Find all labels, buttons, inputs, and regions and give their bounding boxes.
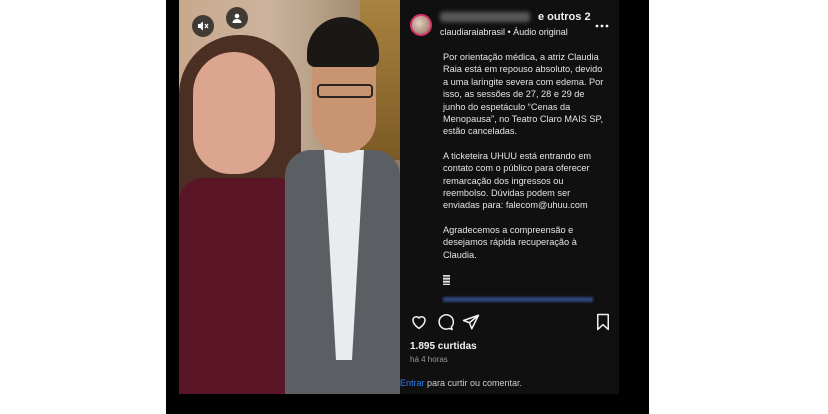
post-caption: Por orientação médica, a atriz Claudia R… <box>443 51 607 273</box>
bookmark-icon <box>597 313 609 331</box>
more-options-button[interactable] <box>595 17 609 31</box>
post-timestamp[interactable]: há 4 horas <box>410 355 448 364</box>
heart-icon <box>412 316 426 330</box>
audio-attribution[interactable]: claudiaraiabrasil • Áudio original <box>440 27 568 37</box>
author-avatar[interactable] <box>410 14 432 36</box>
hashtags-redacted <box>443 297 593 302</box>
post-actions <box>410 313 610 335</box>
save-button[interactable] <box>594 313 612 331</box>
person-right-glasses <box>317 84 373 98</box>
send-icon <box>462 314 480 330</box>
post-header: e outros 2 claudiaraiabrasil • Áudio ori… <box>400 0 619 44</box>
caption-paragraph: A ticketeira UHUU está entrando em conta… <box>443 150 592 211</box>
post-side-panel: e outros 2 claudiaraiabrasil • Áudio ori… <box>400 0 619 394</box>
share-button[interactable] <box>462 313 480 331</box>
comment-icon <box>438 314 455 331</box>
person-left-face <box>193 52 275 174</box>
caption-paragraph: Por orientação médica, a atriz Claudia R… <box>443 52 604 137</box>
user-tag-icon <box>232 13 242 23</box>
likes-count[interactable]: 1.895 curtidas <box>410 341 477 352</box>
more-horizontal-icon <box>595 24 609 28</box>
comment-button[interactable] <box>436 313 455 331</box>
coauthors-label: e outros 2 <box>538 11 591 23</box>
speaker-muted-icon <box>198 21 209 31</box>
login-prompt: Entrar para curtir ou comentar. <box>400 378 522 388</box>
author-name-redacted <box>440 12 530 22</box>
like-button[interactable] <box>410 313 428 331</box>
login-prompt-text: para curtir ou comentar. <box>424 378 523 388</box>
coauthors-link[interactable]: e outros 2 <box>538 11 591 23</box>
caption-paragraph: Agradecemos a compreensão e desejamos rá… <box>443 224 577 260</box>
video-media[interactable] <box>179 0 400 394</box>
tagged-users-button[interactable] <box>226 7 248 29</box>
login-link[interactable]: Entrar <box>400 378 425 388</box>
document-emoji-icon <box>443 275 450 285</box>
mute-button[interactable] <box>192 15 214 37</box>
